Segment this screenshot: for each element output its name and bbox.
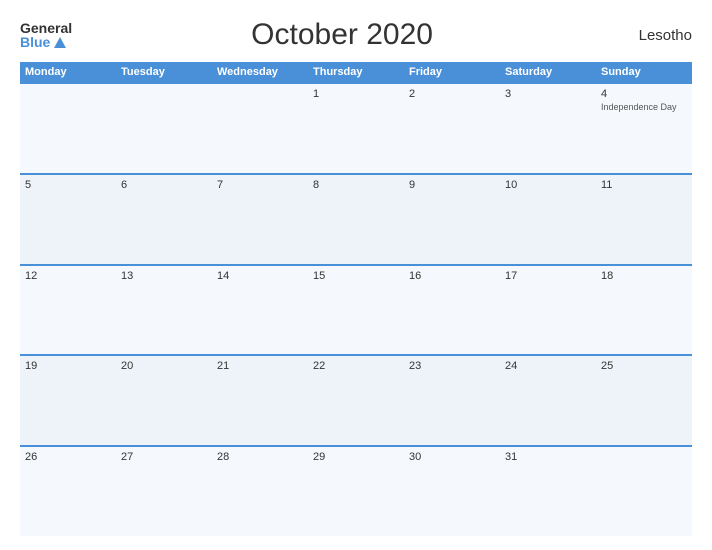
day-cell-w3-d5: 16 (404, 266, 500, 355)
header: General Blue October 2020 Lesotho (20, 18, 692, 52)
day-number: 22 (313, 360, 399, 372)
day-cell-w5-d6: 31 (500, 447, 596, 536)
day-cell-w4-d6: 24 (500, 356, 596, 445)
header-friday: Friday (404, 62, 500, 82)
day-number: 20 (121, 360, 207, 372)
day-cell-w2-d3: 7 (212, 175, 308, 264)
day-number: 9 (409, 179, 495, 191)
day-number: 2 (409, 88, 495, 100)
day-cell-w5-d2: 27 (116, 447, 212, 536)
day-number: 15 (313, 270, 399, 282)
day-number: 28 (217, 451, 303, 463)
day-number: 25 (601, 360, 687, 372)
day-number: 14 (217, 270, 303, 282)
day-cell-w2-d4: 8 (308, 175, 404, 264)
day-number: 10 (505, 179, 591, 191)
day-number: 23 (409, 360, 495, 372)
week-5: 26 27 28 29 30 31 (20, 445, 692, 536)
day-cell-w5-d3: 28 (212, 447, 308, 536)
day-number: 19 (25, 360, 111, 372)
day-cell-w4-d4: 22 (308, 356, 404, 445)
day-number: 29 (313, 451, 399, 463)
week-1: 1234 Independence Day (20, 82, 692, 173)
day-cell-w5-d7 (596, 447, 692, 536)
day-number: 27 (121, 451, 207, 463)
calendar-body: 1234Independence Day56789101112131415161… (20, 82, 692, 536)
day-cell-w5-d5: 30 (404, 447, 500, 536)
day-cell-w2-d1: 5 (20, 175, 116, 264)
day-event: Independence Day (601, 102, 687, 113)
day-number: 16 (409, 270, 495, 282)
day-number: 26 (25, 451, 111, 463)
calendar: Monday Tuesday Wednesday Thursday Friday… (20, 62, 692, 536)
calendar-header: Monday Tuesday Wednesday Thursday Friday… (20, 62, 692, 82)
day-cell-w2-d6: 10 (500, 175, 596, 264)
logo-blue-text: Blue (20, 35, 72, 49)
header-saturday: Saturday (500, 62, 596, 82)
header-monday: Monday (20, 62, 116, 82)
day-cell-w1-d3 (212, 84, 308, 173)
week-2: 56789 10 11 (20, 173, 692, 264)
week-3: 12 13 14 15 16 17 18 (20, 264, 692, 355)
day-cell-w4-d5: 23 (404, 356, 500, 445)
day-number: 5 (25, 179, 111, 191)
day-cell-w2-d2: 6 (116, 175, 212, 264)
day-cell-w5-d4: 29 (308, 447, 404, 536)
day-cell-w1-d6: 3 (500, 84, 596, 173)
logo-general-text: General (20, 21, 72, 35)
day-cell-w4-d7: 25 (596, 356, 692, 445)
header-tuesday: Tuesday (116, 62, 212, 82)
page: General Blue October 2020 Lesotho Monday… (0, 0, 712, 550)
day-cell-w5-d1: 26 (20, 447, 116, 536)
day-cell-w1-d7: 4 Independence Day (596, 84, 692, 173)
day-cell-w1-d2 (116, 84, 212, 173)
day-number: 24 (505, 360, 591, 372)
day-cell-w4-d2: 20 (116, 356, 212, 445)
day-number: 4 (601, 88, 687, 100)
day-number: 6 (121, 179, 207, 191)
header-sunday: Sunday (596, 62, 692, 82)
logo-triangle-icon (54, 37, 66, 48)
day-cell-w4-d3: 21 (212, 356, 308, 445)
day-number: 1 (313, 88, 399, 100)
day-number: 13 (121, 270, 207, 282)
day-cell-w3-d3: 14 (212, 266, 308, 355)
day-number: 17 (505, 270, 591, 282)
day-cell-w3-d1: 12 (20, 266, 116, 355)
day-number: 30 (409, 451, 495, 463)
day-number: 12 (25, 270, 111, 282)
day-cell-w2-d5: 9 (404, 175, 500, 264)
day-number: 11 (601, 179, 687, 191)
day-number: 31 (505, 451, 591, 463)
calendar-title: October 2020 (72, 18, 612, 52)
header-thursday: Thursday (308, 62, 404, 82)
header-wednesday: Wednesday (212, 62, 308, 82)
day-cell-w1-d1 (20, 84, 116, 173)
day-cell-w2-d7: 11 (596, 175, 692, 264)
day-cell-w3-d4: 15 (308, 266, 404, 355)
day-number: 21 (217, 360, 303, 372)
country-label: Lesotho (612, 27, 692, 44)
day-number: 7 (217, 179, 303, 191)
logo: General Blue (20, 21, 72, 49)
day-cell-w3-d7: 18 (596, 266, 692, 355)
day-cell-w4-d1: 19 (20, 356, 116, 445)
day-number: 18 (601, 270, 687, 282)
day-number: 8 (313, 179, 399, 191)
day-cell-w3-d2: 13 (116, 266, 212, 355)
day-cell-w1-d4: 1 (308, 84, 404, 173)
day-number: 3 (505, 88, 591, 100)
day-cell-w1-d5: 2 (404, 84, 500, 173)
day-cell-w3-d6: 17 (500, 266, 596, 355)
week-4: 19 20 21 22 23 24 25 (20, 354, 692, 445)
